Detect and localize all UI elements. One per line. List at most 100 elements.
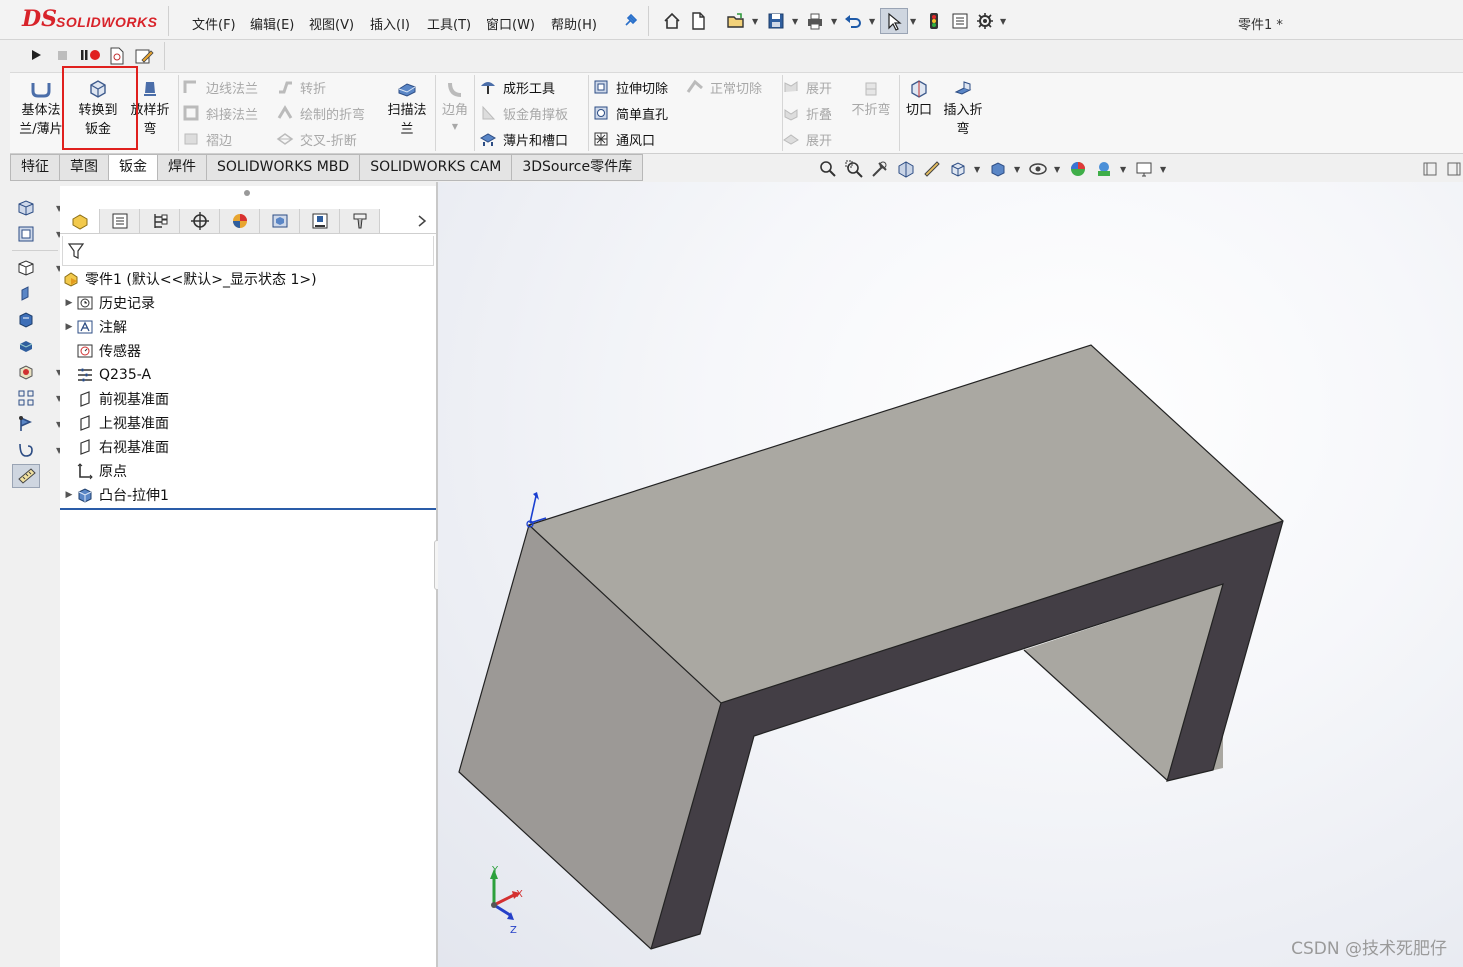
rollback-bar[interactable] <box>60 508 436 510</box>
tree-item-right-plane[interactable]: 右视基准面 <box>62 436 169 458</box>
view-cube-icon[interactable] <box>16 198 36 218</box>
edge-flange-button[interactable]: 边线法兰 <box>182 76 258 98</box>
new-macro-icon[interactable] <box>108 46 126 66</box>
swept-flange-button[interactable]: 扫描法 兰 <box>382 79 432 139</box>
filter-funnel-icon[interactable] <box>67 241 85 261</box>
menu-tools[interactable]: 工具(T) <box>427 14 471 33</box>
pattern-icon[interactable] <box>16 388 36 408</box>
miter-flange-button[interactable]: 斜接法兰 <box>182 102 258 124</box>
graphics-area[interactable]: Y X Z CSDN @技术死肥仔 <box>438 182 1463 967</box>
previous-view-icon[interactable] <box>870 159 890 179</box>
unfold-button[interactable]: 展开 <box>782 76 832 98</box>
reference-geometry-icon[interactable] <box>16 362 36 382</box>
tree-item-material[interactable]: Q235-A <box>62 364 151 386</box>
restore-pane-icon[interactable] <box>1422 161 1438 177</box>
model-view[interactable] <box>438 182 1463 967</box>
sheet-metal-gusset-button[interactable]: 钣金角撑板 <box>479 102 568 124</box>
rip-button[interactable]: 切口 <box>902 79 936 120</box>
solidworks-logo[interactable]: DS SOLIDWORKS <box>22 6 162 36</box>
expand-arrow-icon[interactable]: ▶ <box>62 322 76 332</box>
chevron-down-icon[interactable]: ▼ <box>1120 165 1126 174</box>
print-icon[interactable] <box>805 11 825 31</box>
chevron-down-icon[interactable]: ▼ <box>792 17 798 26</box>
tab-weldments[interactable]: 焊件 <box>158 154 207 181</box>
pin-icon[interactable] <box>620 11 640 31</box>
chevron-down-icon[interactable]: ▼ <box>1160 165 1166 174</box>
no-bends-button[interactable]: 不折弯 <box>846 79 896 120</box>
helix-icon[interactable] <box>16 440 36 460</box>
box-icon[interactable] <box>16 258 36 278</box>
tab-3dsource[interactable]: 3DSource零件库 <box>512 154 644 181</box>
tree-filter-bar[interactable] <box>62 236 434 266</box>
tree-item-top-plane[interactable]: 上视基准面 <box>62 412 169 434</box>
chevron-down-icon[interactable]: ▼ <box>1000 17 1006 26</box>
boss-extrude-icon[interactable] <box>16 284 36 304</box>
tab-sheet-metal[interactable]: 钣金 <box>109 154 158 181</box>
feature-manager-tab[interactable] <box>60 209 100 233</box>
base-flange-button[interactable]: 基体法 兰/薄片 <box>18 79 64 139</box>
corners-button[interactable]: 边角 ▼ <box>438 79 472 134</box>
hide-show-items-icon[interactable] <box>1028 159 1048 179</box>
select-tool-button[interactable] <box>880 8 908 34</box>
sweep-icon[interactable] <box>16 336 36 356</box>
menu-insert[interactable]: 插入(I) <box>370 14 410 33</box>
dynamic-annotation-icon[interactable] <box>922 159 942 179</box>
sketched-bend-button[interactable]: 绘制的折弯 <box>276 102 365 124</box>
cam-operation-tab[interactable] <box>300 209 340 233</box>
chevron-down-icon[interactable]: ▼ <box>1014 165 1020 174</box>
record-macro-icon[interactable] <box>80 48 102 62</box>
curves-icon[interactable] <box>16 414 36 434</box>
front-view-icon[interactable] <box>16 224 36 244</box>
play-macro-icon[interactable] <box>30 49 42 61</box>
fold-button[interactable]: 折叠 <box>782 102 832 124</box>
tree-item-origin[interactable]: 原点 <box>62 460 127 482</box>
chevron-down-icon[interactable]: ▼ <box>1054 165 1060 174</box>
chevron-down-icon[interactable]: ▼ <box>869 17 875 26</box>
zoom-to-fit-icon[interactable] <box>818 159 838 179</box>
cam-manager-tab[interactable] <box>260 209 300 233</box>
cross-break-button[interactable]: 交叉-折断 <box>276 128 357 150</box>
open-folder-icon[interactable] <box>726 11 746 31</box>
menu-file[interactable]: 文件(F) <box>192 14 236 33</box>
zoom-to-area-icon[interactable] <box>844 159 864 179</box>
menu-edit[interactable]: 编辑(E) <box>250 14 294 33</box>
home-icon[interactable] <box>662 11 682 31</box>
tab-features[interactable]: 特征 <box>10 154 60 181</box>
jog-button[interactable]: 转折 <box>276 76 326 98</box>
tree-item-sensors[interactable]: 传感器 <box>62 340 141 362</box>
vent-button[interactable]: 通风口 <box>592 128 655 150</box>
insert-bends-button[interactable]: 插入折 弯 <box>938 79 988 139</box>
rebuild-traffic-light-icon[interactable] <box>924 11 944 31</box>
chevron-down-icon[interactable]: ▼ <box>752 17 758 26</box>
tab-cam[interactable]: SOLIDWORKS CAM <box>360 154 513 181</box>
pane-grip[interactable] <box>244 190 250 196</box>
extruded-cut-button[interactable]: 拉伸切除 <box>592 76 668 98</box>
undo-icon[interactable] <box>843 11 863 31</box>
forming-tool-button[interactable]: 成形工具 <box>479 76 555 98</box>
simple-hole-button[interactable]: 简单直孔 <box>592 102 668 124</box>
section-view-icon[interactable] <box>896 159 916 179</box>
expand-pane-icon[interactable] <box>1446 161 1462 177</box>
stop-macro-icon[interactable] <box>57 50 68 61</box>
chevron-down-icon[interactable]: ▼ <box>910 17 916 26</box>
menu-help[interactable]: 帮助(H) <box>551 14 597 33</box>
menu-window[interactable]: 窗口(W) <box>486 14 535 33</box>
expand-arrow-icon[interactable]: ▶ <box>62 298 76 308</box>
tab-sketch[interactable]: 草图 <box>60 154 109 181</box>
menu-view[interactable]: 视图(V) <box>309 14 354 33</box>
options-gear-icon[interactable] <box>975 11 995 31</box>
measure-button[interactable] <box>12 464 40 488</box>
view-orientation-icon[interactable] <box>948 159 968 179</box>
display-manager-tab[interactable] <box>220 209 260 233</box>
cam-tool-tab[interactable] <box>340 209 380 233</box>
configuration-manager-tab[interactable] <box>140 209 180 233</box>
normal-cut-button[interactable]: 正常切除 <box>686 76 762 98</box>
revolve-icon[interactable] <box>16 310 36 330</box>
expand-arrow-icon[interactable]: ▶ <box>62 490 76 500</box>
edit-appearance-icon[interactable] <box>1068 159 1088 179</box>
display-style-icon[interactable] <box>988 159 1008 179</box>
property-manager-tab[interactable] <box>100 209 140 233</box>
flatten-button[interactable]: 展开 <box>782 128 832 150</box>
chevron-down-icon[interactable]: ▼ <box>438 120 472 134</box>
tab-and-slot-button[interactable]: 薄片和槽口 <box>479 128 568 150</box>
